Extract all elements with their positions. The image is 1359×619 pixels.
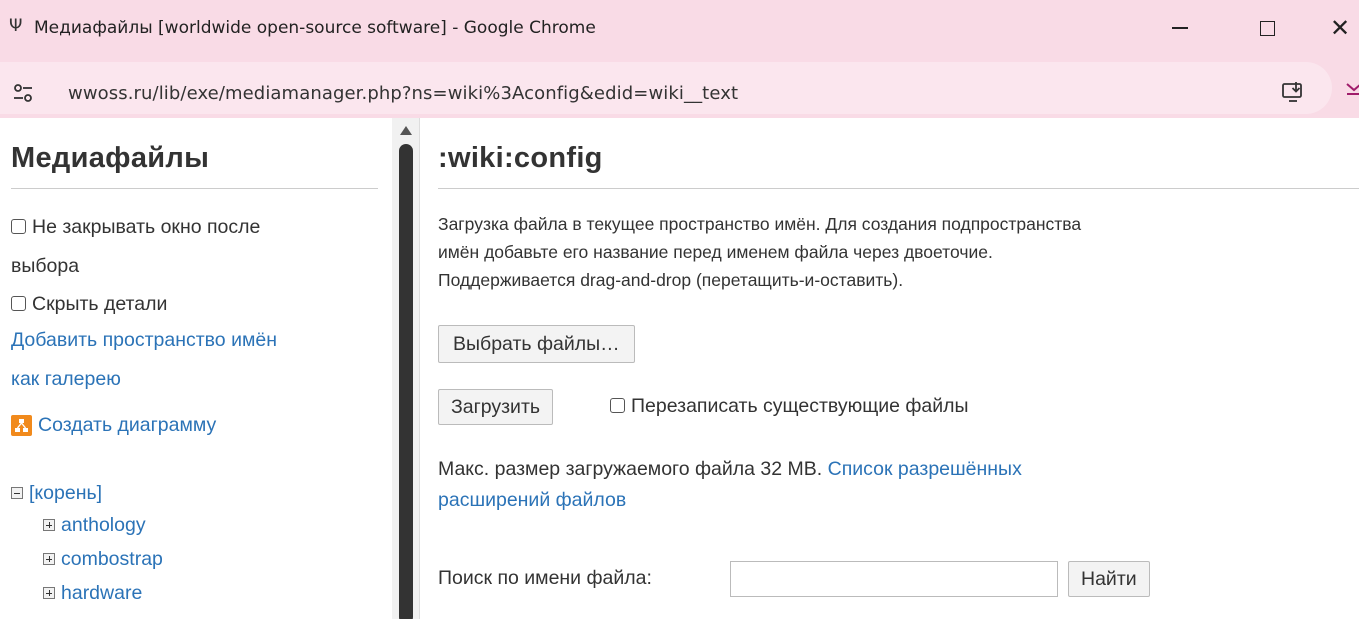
scroll-thumb[interactable]	[399, 144, 413, 619]
install-app-icon[interactable]	[1281, 80, 1305, 104]
choose-files-button[interactable]: Выбрать файлы…	[438, 325, 635, 363]
sidebar-scrollbar[interactable]	[392, 118, 420, 619]
tree-label-hardware[interactable]: hardware	[61, 582, 142, 605]
overwrite-checkbox[interactable]	[610, 398, 625, 413]
namespace-tree: [корень] anthology combostrap hardware	[11, 475, 163, 611]
create-diagram-label: Создать диаграмму	[38, 414, 217, 436]
minimize-icon	[1172, 27, 1188, 29]
scroll-up-arrow-icon[interactable]	[400, 126, 412, 135]
minimize-button[interactable]	[1160, 10, 1200, 46]
tree-item-anthology[interactable]: anthology	[43, 507, 163, 543]
hide-details-option[interactable]: Скрыть детали	[11, 291, 167, 317]
diagram-icon	[11, 415, 32, 436]
allowed-extensions-link-cont[interactable]: расширений файлов	[438, 485, 1258, 516]
tree-label-anthology[interactable]: anthology	[61, 514, 146, 537]
expand-icon[interactable]	[43, 587, 55, 599]
tree-label-combostrap[interactable]: combostrap	[61, 548, 163, 571]
download-icon[interactable]	[1345, 78, 1359, 96]
upload-button[interactable]: Загрузить	[438, 389, 554, 425]
tree-item-hardware[interactable]: hardware	[43, 575, 163, 611]
intro-line-2: имён добавьте его название перед именем …	[438, 242, 993, 262]
divider	[11, 188, 378, 189]
media-sidebar: Медиафайлы Не закрывать окно после выбор…	[0, 118, 392, 619]
tree-item-combostrap[interactable]: combostrap	[43, 541, 163, 577]
maximize-button[interactable]	[1247, 10, 1287, 46]
search-label: Поиск по имени файла:	[438, 567, 652, 589]
sidebar-title: Медиафайлы	[11, 142, 210, 174]
url-text[interactable]: wwoss.ru/lib/exe/mediamanager.php?ns=wik…	[68, 83, 738, 104]
divider	[438, 188, 1359, 189]
close-button[interactable]: ✕	[1330, 10, 1359, 46]
max-size-text: Макс. размер загружаемого файла 32 MB.	[438, 458, 823, 480]
window-titlebar: Ψ Медиафайлы [worldwide open-source soft…	[0, 0, 1359, 56]
address-bar: wwoss.ru/lib/exe/mediamanager.php?ns=wik…	[0, 56, 1359, 118]
allowed-extensions-link[interactable]: Список разрешённых	[828, 458, 1022, 480]
tune-icon[interactable]	[12, 82, 34, 104]
collapse-icon[interactable]	[11, 487, 23, 499]
intro-line-1: Загрузка файла в текущее пространство им…	[438, 214, 1082, 234]
upload-panel: :wiki:config Загрузка файла в текущее пр…	[420, 118, 1359, 619]
keep-open-label-cont: выбора	[11, 255, 80, 277]
tree-label-root[interactable]: [корень]	[29, 482, 102, 505]
create-diagram-link[interactable]: Создать диаграмму	[11, 414, 216, 437]
keep-open-label: Не закрывать окно после	[32, 216, 261, 238]
overwrite-label: Перезаписать существующие файлы	[631, 395, 969, 417]
search-button[interactable]: Найти	[1068, 561, 1150, 597]
app-icon: Ψ	[9, 16, 23, 36]
keep-open-option[interactable]: Не закрывать окно после	[11, 214, 260, 240]
expand-icon[interactable]	[43, 519, 55, 531]
overwrite-option[interactable]: Перезаписать существующие файлы	[610, 395, 969, 418]
keep-open-checkbox[interactable]	[11, 219, 26, 234]
maximize-icon	[1259, 20, 1275, 36]
max-size-info: Макс. размер загружаемого файла 32 MB. С…	[438, 454, 1258, 516]
search-input[interactable]	[730, 561, 1058, 597]
upload-instructions: Загрузка файла в текущее пространство им…	[438, 210, 1338, 294]
add-namespace-gallery-link-cont[interactable]: как галерею	[11, 362, 121, 397]
omnibox[interactable]: wwoss.ru/lib/exe/mediamanager.php?ns=wik…	[0, 62, 1332, 114]
window-title: Медиафайлы [worldwide open-source softwa…	[34, 18, 596, 38]
page-content: Медиафайлы Не закрывать окно после выбор…	[0, 118, 1359, 619]
namespace-title: :wiki:config	[438, 142, 603, 174]
tree-item-root[interactable]: [корень]	[11, 475, 163, 511]
hide-details-label: Скрыть детали	[32, 293, 168, 315]
add-namespace-gallery-link[interactable]: Добавить пространство имён	[11, 323, 277, 358]
intro-line-3: Поддерживается drag-and-drop (перетащить…	[438, 270, 904, 290]
hide-details-checkbox[interactable]	[11, 296, 26, 311]
expand-icon[interactable]	[43, 553, 55, 565]
